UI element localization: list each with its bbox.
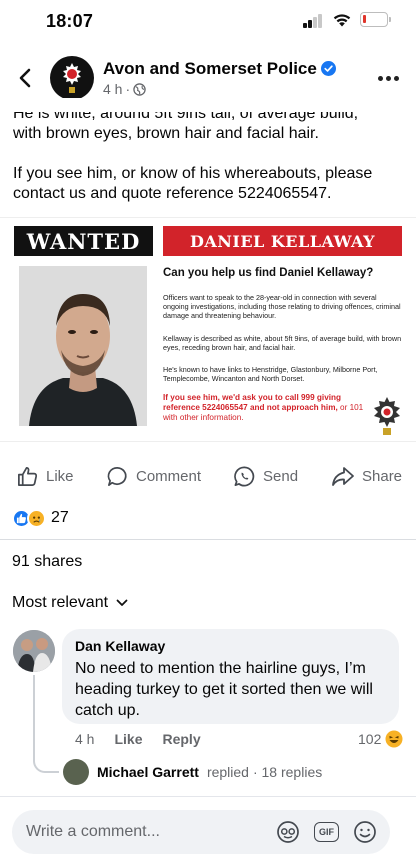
post-line: If you see him, or know of his whereabou…: [13, 165, 373, 182]
comment-like-button[interactable]: Like: [114, 731, 142, 747]
back-arrow-icon[interactable]: [14, 66, 38, 90]
comment-button[interactable]: Comment: [106, 463, 201, 489]
avatar-sticker-icon[interactable]: [276, 820, 300, 844]
post-meta: 4 h ·: [103, 81, 146, 97]
laughing-emoji-icon: [385, 730, 403, 748]
header-overlap-mask: [0, 98, 416, 112]
share-label: Share: [362, 467, 403, 485]
police-crest-icon: [63, 63, 81, 93]
comment-reply-button[interactable]: Reply: [162, 731, 200, 747]
share-button[interactable]: Share: [331, 463, 402, 489]
post-time: 4 h: [103, 81, 123, 97]
send-button[interactable]: Send: [233, 463, 298, 489]
police-crest-icon: [374, 397, 400, 435]
reactions-summary[interactable]: 27: [12, 507, 69, 529]
emoji-icon[interactable]: [353, 820, 377, 844]
poster-paragraph-1: Officers want to speak to the 28-year-ol…: [163, 293, 401, 320]
poster-heading: Can you help us find Daniel Kellaway?: [163, 267, 374, 279]
comment-bubble-icon: [107, 466, 127, 486]
wifi-icon: [333, 14, 351, 27]
comment-text: No need to mention the hairline guys, I’…: [75, 660, 373, 719]
divider: [0, 539, 416, 540]
reaction-count: 27: [51, 509, 69, 526]
comment-meta: 4 h Like Reply: [75, 730, 201, 748]
comment-sort-dropdown[interactable]: Most relevant: [12, 594, 128, 612]
meta-separator: ·: [125, 81, 131, 97]
reply-avatar: [63, 759, 89, 785]
comment-bubble[interactable]: Dan Kellaway No need to mention the hair…: [62, 629, 399, 724]
comment-composer[interactable]: Write a comment... GIF: [12, 810, 390, 854]
post-paragraph-2: If you see him, or know of his whereabou…: [13, 164, 409, 204]
sort-label: Most relevant: [12, 594, 109, 611]
comment-label: Comment: [136, 467, 202, 485]
more-options-icon[interactable]: [378, 70, 402, 88]
status-time: 18:07: [46, 11, 94, 31]
send-label: Send: [263, 467, 299, 485]
wanted-banner: WANTED: [14, 226, 153, 256]
composer-placeholder: Write a comment...: [26, 823, 160, 840]
suspect-photo: [19, 266, 147, 426]
battery-level: [363, 15, 366, 23]
commenter-avatar[interactable]: [13, 630, 55, 672]
sad-reaction-icon: [27, 508, 46, 528]
cellular-signal-icon: [303, 14, 325, 28]
post-actions: Like Comment Send Share: [0, 459, 416, 493]
comment-reaction-count[interactable]: 102: [358, 730, 403, 748]
verified-badge-icon: [320, 61, 336, 76]
reply-count: · 18 replies: [252, 764, 323, 780]
globe-icon: [133, 82, 146, 96]
whatsapp-icon: [234, 466, 255, 486]
poster-appeal-bold: If you see him, we'd ask you to call 999…: [163, 393, 342, 412]
post-line: contact us and quote reference 522406554…: [13, 185, 332, 202]
battery-icon: [360, 12, 391, 27]
comment-reaction-number: 102: [358, 731, 382, 747]
comment-time: 4 h: [75, 731, 95, 747]
page-avatar[interactable]: [50, 56, 94, 100]
page-name[interactable]: Avon and Somerset Police: [103, 59, 336, 79]
thumbs-up-icon: [18, 466, 38, 486]
like-button[interactable]: Like: [16, 463, 74, 489]
reply-action: replied: [206, 764, 249, 780]
shares-count[interactable]: 91 shares: [12, 553, 82, 571]
suspect-name-banner: DANIEL KELLAWAY: [163, 226, 402, 256]
chevron-down-icon: [116, 599, 128, 606]
poster-appeal: If you see him, we'd ask you to call 999…: [163, 393, 369, 423]
page-name-text: Avon and Somerset Police: [103, 59, 317, 78]
comment-author[interactable]: Dan Kellaway: [75, 638, 386, 654]
like-label: Like: [46, 467, 74, 485]
wanted-poster-image[interactable]: WANTED DANIEL KELLAWAY Can you help us f…: [0, 217, 416, 442]
reply-preview[interactable]: Michael Garrett replied · 18 replies: [63, 759, 322, 785]
reply-thread-line: [33, 675, 59, 773]
poster-paragraph-2: Kellaway is described as white, about 5f…: [163, 334, 402, 352]
reply-author: Michael Garrett: [97, 764, 199, 780]
status-bar: 18:07: [0, 0, 416, 44]
gif-button[interactable]: GIF: [314, 822, 339, 842]
share-arrow-icon: [332, 467, 354, 486]
post-body: He is white, around 5ft 9ins tall, of av…: [13, 104, 409, 224]
post-line: with brown eyes, brown hair and facial h…: [13, 125, 319, 142]
poster-paragraph-3: He's known to have links to Henstridge, …: [163, 365, 378, 383]
